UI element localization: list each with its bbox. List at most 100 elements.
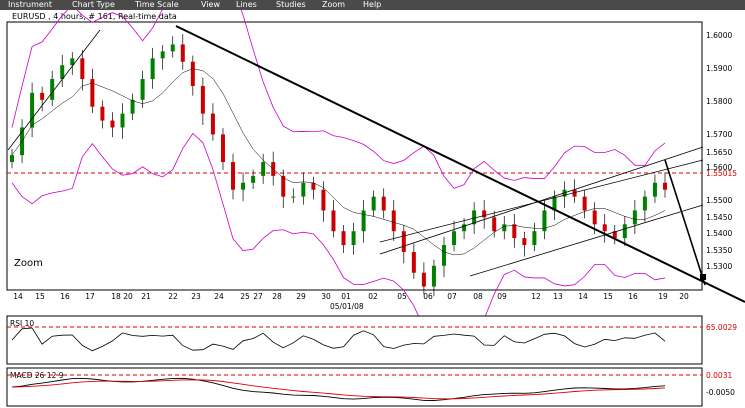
price-label-1-5500: 1.5500 bbox=[706, 196, 732, 205]
candle-body bbox=[321, 189, 326, 211]
price-label-1-6000: 1.6000 bbox=[706, 31, 732, 40]
symbol-label: EURUSD , 4 hours, # 161, Real-time data bbox=[12, 12, 177, 21]
time-label: 27 bbox=[253, 292, 263, 301]
candle-body bbox=[381, 196, 386, 211]
time-label: 28 bbox=[272, 292, 282, 301]
time-label: 24 bbox=[214, 292, 224, 301]
price-axis: 1.6000 1.5900 1.5800 1.5700 1.5600 1.550… bbox=[706, 31, 737, 271]
time-label: 20 bbox=[123, 292, 133, 301]
price-label-1-5700: 1.5700 bbox=[706, 130, 732, 139]
candle-body bbox=[10, 155, 14, 163]
menu-studies[interactable]: Studies bbox=[276, 0, 306, 10]
candle-body bbox=[522, 238, 527, 246]
time-label: 16 bbox=[60, 292, 70, 301]
candle-body bbox=[492, 217, 497, 232]
time-label: 05 bbox=[397, 292, 407, 301]
price-panel-frame bbox=[6, 21, 703, 291]
macd-panel-frame bbox=[6, 367, 703, 407]
menu-time-scale[interactable]: Time Scale bbox=[135, 0, 179, 10]
menu-instrument[interactable]: Instrument bbox=[8, 0, 52, 10]
candle-body bbox=[281, 175, 286, 197]
time-label: 29 bbox=[296, 292, 306, 301]
candle-body bbox=[130, 99, 135, 114]
candle-body bbox=[30, 92, 35, 128]
candle-body bbox=[180, 44, 185, 62]
time-label: 12 bbox=[531, 292, 541, 301]
time-label: 22 bbox=[168, 292, 178, 301]
candle-body bbox=[512, 224, 517, 239]
price-label-1-5800: 1.5800 bbox=[706, 97, 732, 106]
candle-body bbox=[441, 245, 446, 266]
candle-body bbox=[200, 85, 205, 114]
candle-body bbox=[80, 58, 85, 80]
time-label: 18 bbox=[111, 292, 121, 301]
current-price-label: 1.55015 bbox=[706, 169, 737, 178]
candle-body bbox=[421, 272, 426, 287]
candle-body bbox=[210, 113, 215, 135]
price-label-1-5650: 1.5650 bbox=[706, 148, 732, 157]
time-label: 20 bbox=[679, 292, 689, 301]
menu-view[interactable]: View bbox=[201, 0, 220, 10]
candle-body bbox=[663, 182, 667, 190]
candle-body bbox=[40, 92, 45, 100]
time-label: 14 bbox=[13, 292, 23, 301]
candle-body bbox=[431, 265, 436, 287]
candle-body bbox=[351, 231, 356, 246]
menu-zoom[interactable]: Zoom bbox=[322, 0, 345, 10]
price-label-1-5350: 1.5350 bbox=[706, 246, 732, 255]
candle-body bbox=[401, 231, 406, 252]
time-label: 21 bbox=[141, 292, 151, 301]
date-label: 05/01/08 bbox=[330, 302, 364, 311]
candle-body bbox=[50, 79, 55, 100]
candle-body bbox=[251, 175, 256, 183]
candle-body bbox=[190, 61, 195, 86]
candle-body bbox=[452, 231, 457, 246]
candle-body bbox=[391, 210, 396, 232]
menu-chart-type[interactable]: Chart Type bbox=[72, 0, 115, 10]
time-label: 23 bbox=[191, 292, 201, 301]
candle-body bbox=[261, 162, 266, 176]
time-label: 01 bbox=[341, 292, 351, 301]
time-label: 19 bbox=[658, 292, 668, 301]
time-label: 15 bbox=[35, 292, 45, 301]
time-label: 09 bbox=[497, 292, 507, 301]
candle-body bbox=[532, 231, 537, 246]
trendline-handle[interactable] bbox=[700, 274, 706, 280]
candle-body bbox=[231, 162, 236, 190]
candle-body bbox=[110, 120, 115, 128]
candle-body bbox=[150, 58, 155, 80]
price-label-1-5300: 1.5300 bbox=[706, 262, 732, 271]
candle-body bbox=[361, 210, 366, 232]
menu-help[interactable]: Help bbox=[363, 0, 381, 10]
macd-level-label: 0.0031 bbox=[706, 371, 732, 380]
menu-lines[interactable]: Lines bbox=[236, 0, 257, 10]
candle-body bbox=[160, 51, 165, 59]
zoom-label[interactable]: Zoom bbox=[14, 258, 43, 269]
candle-body bbox=[652, 182, 657, 197]
time-label: 15 bbox=[603, 292, 613, 301]
candle-body bbox=[170, 44, 175, 52]
candle-body bbox=[220, 134, 225, 163]
time-label: 14 bbox=[578, 292, 588, 301]
candle-body bbox=[140, 79, 145, 100]
menu-bar: Instrument Chart Type Time Scale View Li… bbox=[0, 0, 745, 10]
candle-body bbox=[311, 182, 316, 190]
chart-canvas[interactable]: EURUSD , 4 hours, # 161, Real-time data … bbox=[0, 10, 745, 408]
macd-level-label-low: -0.0050 bbox=[706, 388, 735, 397]
candle-body bbox=[602, 224, 607, 232]
candle-body bbox=[301, 182, 306, 197]
candle-body bbox=[341, 231, 346, 246]
rsi-level-label: 65.0029 bbox=[706, 323, 737, 332]
rsi-panel-frame bbox=[6, 315, 703, 365]
time-label: 30 bbox=[321, 292, 331, 301]
time-label: 06 bbox=[423, 292, 433, 301]
candle-body bbox=[582, 196, 587, 211]
candle-body bbox=[592, 210, 597, 225]
candle-body bbox=[100, 106, 105, 121]
candle-body bbox=[482, 210, 487, 218]
time-label: 17 bbox=[85, 292, 95, 301]
time-axis: 14 15 16 17 18 20 21 22 23 24 25 27 28 29 30 01 02 05 06 07… bbox=[13, 292, 689, 301]
time-label: 07 bbox=[447, 292, 457, 301]
candle-body bbox=[241, 182, 246, 190]
candle-body bbox=[291, 196, 296, 198]
